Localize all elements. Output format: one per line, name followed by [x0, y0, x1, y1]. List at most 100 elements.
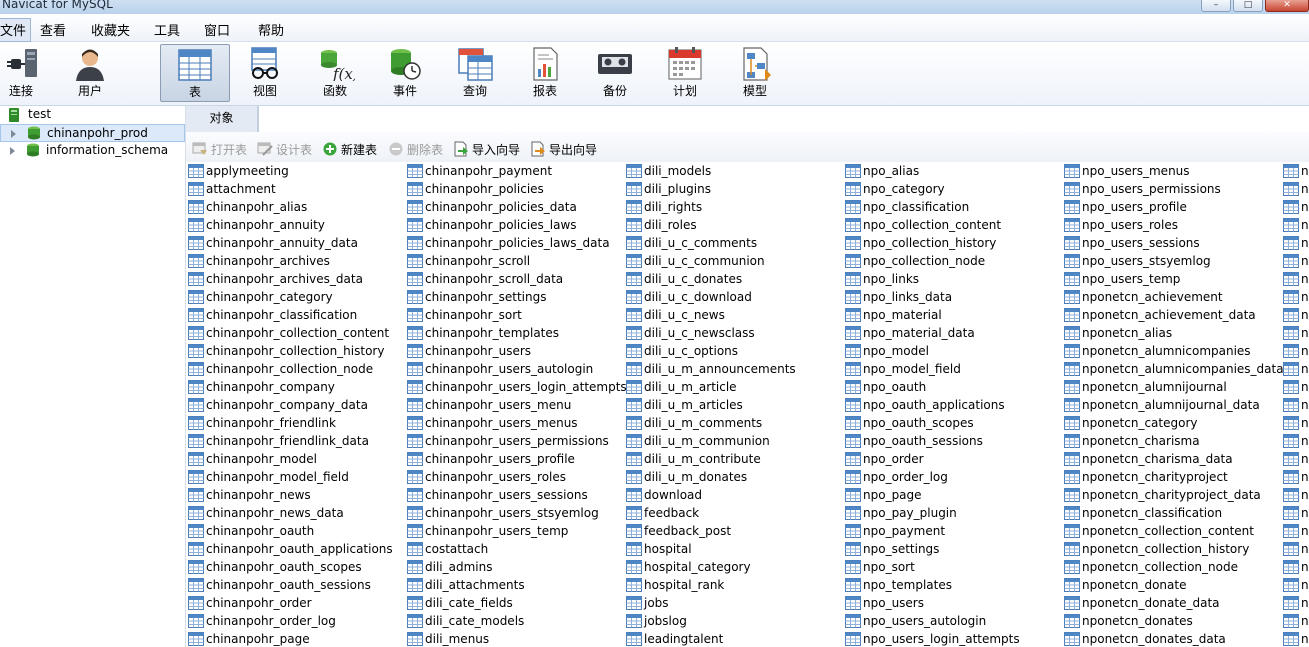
- table-name: chinanpohr_company: [206, 380, 335, 394]
- event-clock-icon: [391, 49, 421, 80]
- user-icon: [76, 49, 104, 81]
- toolbar-query-button[interactable]: 查询: [440, 44, 510, 102]
- table-name: npo_users_profile: [1082, 200, 1187, 214]
- tree-item-database[interactable]: information_schema: [0, 142, 185, 160]
- table-name: chinanpohr_users_autologin: [425, 362, 594, 376]
- table-icon: [1283, 614, 1299, 628]
- table-icon: [626, 290, 642, 304]
- table-icon: [188, 290, 204, 304]
- table-name: chinanpohr_classification: [206, 308, 358, 322]
- table-icon: [188, 380, 204, 394]
- table-icon: [188, 272, 204, 286]
- table-name: n: [1301, 308, 1309, 322]
- table-icon: [845, 182, 861, 196]
- table-icon: [188, 218, 204, 232]
- table-icon: [188, 254, 204, 268]
- toolbar-backup-button[interactable]: 备份: [580, 44, 650, 102]
- menu-tools[interactable]: 工具: [154, 20, 180, 39]
- toolbar-report-button[interactable]: 报表: [510, 44, 580, 102]
- toolbar-view-button[interactable]: 视图: [230, 44, 300, 102]
- table-name: chinanpohr_friendlink_data: [206, 434, 369, 448]
- table-icon: [1064, 182, 1080, 196]
- open-table-icon: [192, 142, 207, 155]
- connection-tree: test chinanpohr_prod information_schema: [0, 106, 186, 647]
- menu-view[interactable]: 查看: [40, 20, 66, 39]
- menu-window[interactable]: 窗口: [204, 20, 230, 39]
- menu-file[interactable]: 文件: [0, 18, 32, 42]
- table-name: nponetcn_alumnijournal: [1082, 380, 1227, 394]
- table-name: n: [1301, 452, 1309, 466]
- toolbar-schedule-button[interactable]: 计划: [650, 44, 720, 102]
- table-name: dili_u_c_download: [644, 290, 752, 304]
- table-icon: [1064, 236, 1080, 250]
- table-name: npo_material: [863, 308, 942, 322]
- close-button[interactable]: ✕: [1265, 0, 1309, 12]
- table-name: n: [1301, 596, 1309, 610]
- toolbar-event-button[interactable]: 事件: [370, 44, 440, 102]
- import-wizard-button[interactable]: 导入向导: [453, 141, 520, 157]
- connection-icon: [9, 108, 19, 122]
- toolbar-user-button[interactable]: 用户: [55, 44, 125, 102]
- table-name: n: [1301, 632, 1309, 646]
- table-name: n: [1301, 488, 1309, 502]
- toolbar-function-button[interactable]: f(x) 函数: [300, 44, 370, 102]
- table-name: npo_classification: [863, 200, 970, 214]
- table-icon: [1283, 254, 1299, 268]
- table-icon: [188, 308, 204, 322]
- tab-objects[interactable]: 对象: [186, 106, 258, 132]
- expand-arrow-icon[interactable]: [10, 147, 15, 155]
- table-icon: [845, 614, 861, 628]
- table-icon: [407, 596, 423, 610]
- menu-favorites[interactable]: 收藏夹: [91, 20, 130, 39]
- table-icon: [845, 524, 861, 538]
- table-icon: [188, 470, 204, 484]
- toolbar-connection-button[interactable]: 连接: [0, 44, 56, 102]
- menu-help[interactable]: 帮助: [258, 20, 284, 39]
- table-name: chinanpohr_order_log: [206, 614, 336, 628]
- toolbar-label: 备份: [602, 84, 627, 98]
- table-name: chinanpohr_collection_content: [206, 326, 390, 340]
- table-icon: [188, 596, 204, 610]
- table-icon: [407, 614, 423, 628]
- window-controls: – □ ✕: [1199, 0, 1309, 14]
- table-name: n: [1301, 434, 1309, 448]
- table-name: dili_u_m_comments: [644, 416, 763, 430]
- table-icon: [1283, 416, 1299, 430]
- tree-item-database-selected[interactable]: chinanpohr_prod: [0, 124, 185, 142]
- delete-table-button[interactable]: 删除表: [388, 141, 443, 157]
- table-icon: [188, 614, 204, 628]
- table-name: npo_users_roles: [1082, 218, 1178, 232]
- table-name: npo_oauth_applications: [863, 398, 1005, 412]
- toolbar-label: 连接: [8, 84, 33, 98]
- table-icon: [1064, 416, 1080, 430]
- toolbar-model-button[interactable]: 模型: [720, 44, 790, 102]
- table-name: npo_users_menus: [1082, 164, 1190, 178]
- new-table-button[interactable]: 新建表: [322, 141, 377, 157]
- maximize-button[interactable]: □: [1233, 0, 1263, 12]
- toolbar-table-button[interactable]: 表: [160, 44, 230, 102]
- table-name: n: [1301, 380, 1309, 394]
- table-icon: [407, 344, 423, 358]
- toolbar-label: 用户: [77, 84, 102, 98]
- open-table-button[interactable]: 打开表: [192, 141, 247, 157]
- table-name: npo_order_log: [863, 470, 948, 484]
- table-name: dili_rights: [644, 200, 703, 214]
- table-icon: [188, 362, 204, 376]
- table-name: hospital_rank: [644, 578, 725, 592]
- tree-item-connection[interactable]: test: [0, 106, 185, 124]
- table-icon: [1283, 272, 1299, 286]
- export-wizard-icon: [531, 141, 545, 157]
- expand-arrow-icon[interactable]: [11, 130, 16, 138]
- table-icon: [626, 272, 642, 286]
- table-name: chinanpohr_payment: [425, 164, 553, 178]
- export-wizard-button[interactable]: 导出向导: [530, 141, 597, 157]
- table-name: dili_roles: [644, 218, 697, 232]
- table-icon: [1283, 308, 1299, 322]
- table-icon: [845, 200, 861, 214]
- table-icon: [845, 290, 861, 304]
- table-name: chinanpohr_oauth_scopes: [206, 560, 362, 574]
- table-name: leadingtalent: [644, 632, 724, 646]
- design-table-button[interactable]: 设计表: [257, 141, 312, 157]
- minimize-button[interactable]: –: [1201, 0, 1231, 12]
- table-icon: [1283, 164, 1299, 178]
